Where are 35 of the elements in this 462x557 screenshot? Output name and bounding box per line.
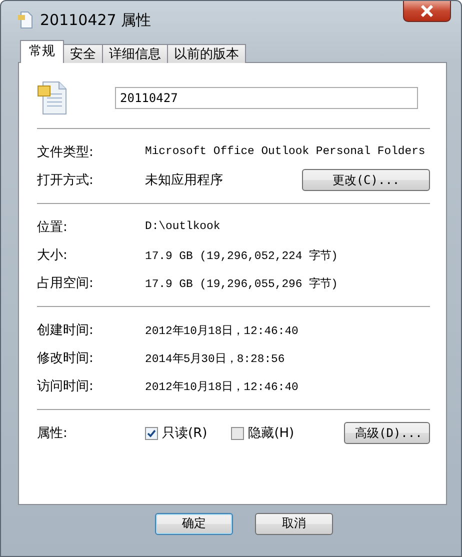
property-label: 属性:	[37, 425, 68, 442]
property-label: 大小:	[37, 247, 68, 264]
checkbox[interactable]	[231, 426, 244, 440]
advanced-button[interactable]: 高级(D)...	[344, 422, 430, 444]
close-icon	[420, 5, 434, 17]
tab[interactable]: 以前的版本	[167, 44, 246, 63]
tab[interactable]: 安全	[63, 44, 103, 63]
property-value: 2014年5月30日，8:28:56	[145, 352, 286, 366]
window-title: 20110427 属性	[40, 10, 152, 30]
property-label: 访问时间:	[37, 378, 94, 395]
property-label: 打开方式:	[37, 172, 94, 189]
change-button[interactable]: 更改(C)...	[302, 169, 430, 191]
file-name-field[interactable]: 20110427	[115, 87, 418, 109]
property-label: 创建时间:	[37, 322, 94, 339]
property-value: D:\outlkook	[145, 221, 222, 233]
property-value: 2012年10月18日，12:46:40	[145, 380, 300, 394]
tab[interactable]: 详细信息	[102, 44, 168, 63]
checkbox-label: 隐藏(H)	[248, 425, 294, 442]
property-value: Microsoft Office Outlook Personal Folders	[145, 146, 426, 158]
property-value: 17.9 GB (19,296,055,296 字节)	[145, 276, 339, 290]
dialog-button[interactable]: 确定	[155, 512, 233, 534]
close-button[interactable]	[403, 1, 451, 22]
document-icon	[18, 11, 34, 29]
checkbox[interactable]	[145, 426, 158, 440]
tab[interactable]: 常规	[20, 40, 64, 63]
property-label: 位置:	[37, 219, 68, 236]
property-value: 2012年10月18日，12:46:40	[145, 324, 300, 338]
file-icon	[37, 80, 69, 116]
dialog-button[interactable]: 取消	[255, 512, 333, 534]
checkbox-label: 只读(R)	[162, 425, 208, 442]
property-label: 文件类型:	[37, 144, 94, 161]
property-label: 修改时间:	[37, 350, 94, 367]
property-value: 未知应用程序	[145, 172, 224, 189]
property-label: 占用空间:	[37, 275, 94, 292]
property-value: 17.9 GB (19,296,052,224 字节)	[145, 248, 339, 262]
